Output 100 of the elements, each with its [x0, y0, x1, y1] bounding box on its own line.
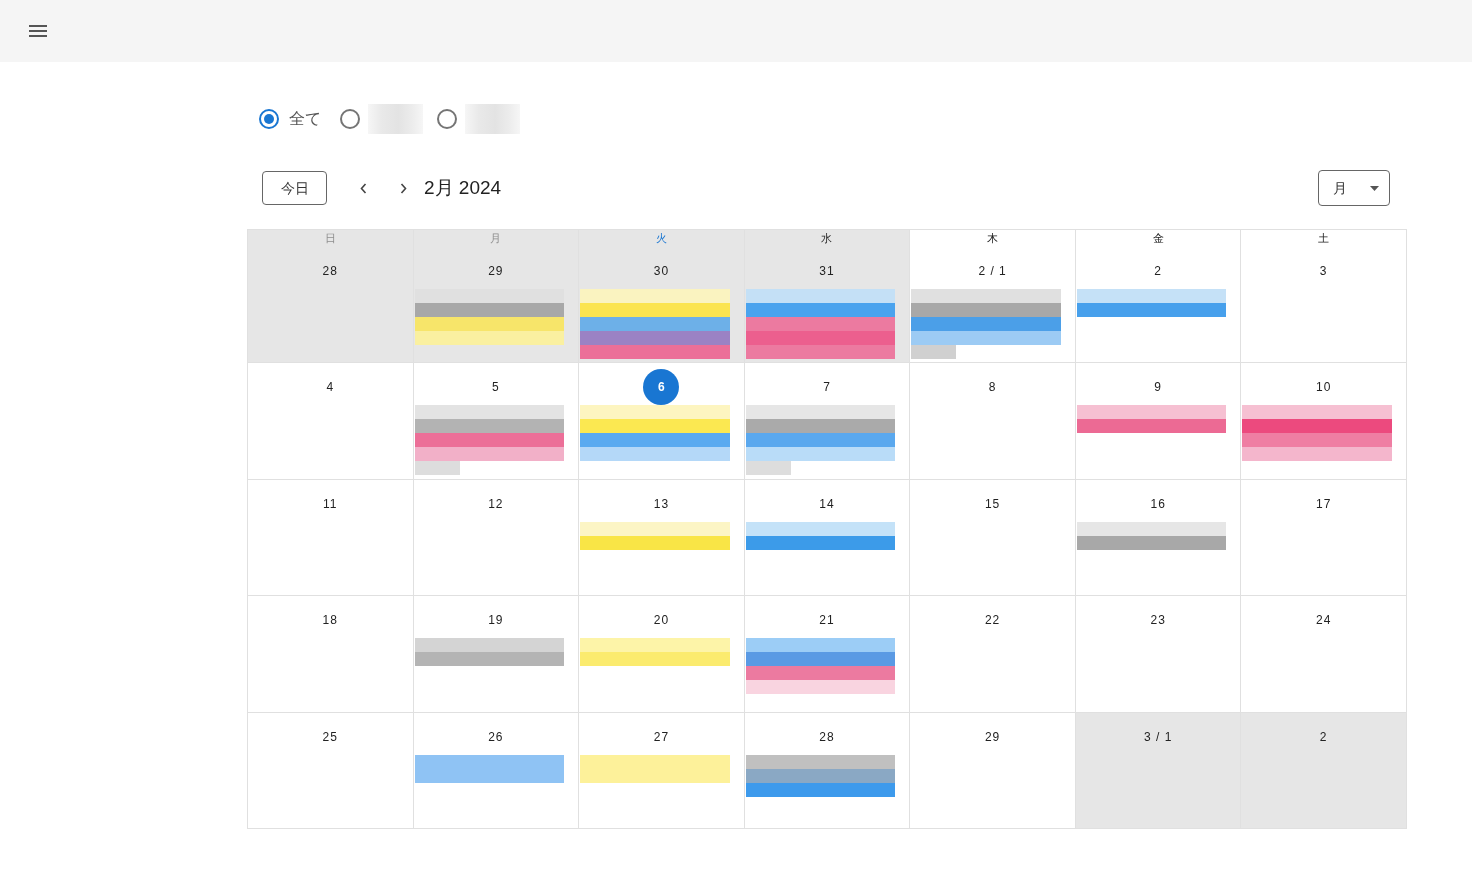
event-bar[interactable]	[414, 331, 565, 345]
day-number[interactable]: 28	[322, 263, 338, 279]
event-bar[interactable]	[580, 289, 730, 303]
day-number[interactable]: 19	[488, 612, 504, 628]
day-number[interactable]: 2	[1319, 728, 1328, 745]
day-number[interactable]: 4	[326, 379, 335, 395]
event-bar[interactable]	[414, 754, 565, 769]
event-bar[interactable]	[414, 317, 565, 331]
event-bar[interactable]	[414, 405, 565, 419]
event-bar[interactable]	[911, 289, 1061, 303]
event-bar[interactable]	[1076, 405, 1227, 419]
more-events-stub[interactable]	[745, 461, 791, 475]
day-number[interactable]: 11	[323, 495, 338, 512]
more-events-stub[interactable]	[414, 461, 460, 475]
event-bar[interactable]	[580, 331, 730, 345]
day-number[interactable]: 2	[1154, 263, 1162, 279]
day-number[interactable]: 9	[1154, 379, 1162, 395]
event-bar[interactable]	[745, 754, 896, 769]
event-bar[interactable]	[580, 345, 730, 359]
day-number[interactable]: 5	[492, 379, 500, 395]
weekday-label: 月	[490, 231, 502, 246]
event-bar[interactable]	[745, 638, 896, 652]
event-bar[interactable]	[911, 303, 1061, 317]
event-bar[interactable]	[1242, 419, 1392, 433]
day-number[interactable]: 15	[984, 495, 1001, 512]
event-bar[interactable]	[580, 754, 730, 769]
event-bar[interactable]	[745, 666, 896, 680]
day-number[interactable]: 12	[488, 495, 504, 512]
event-bar[interactable]	[580, 317, 730, 331]
day-number[interactable]: 30	[653, 263, 670, 279]
event-bar[interactable]	[414, 419, 565, 433]
more-events-stub[interactable]	[911, 345, 957, 359]
event-bar[interactable]	[745, 521, 896, 536]
today-button[interactable]: 今日	[262, 171, 327, 205]
event-bar[interactable]	[911, 317, 1061, 331]
radio-button[interactable]	[437, 109, 457, 129]
day-number[interactable]: 16	[1150, 495, 1166, 512]
event-bar[interactable]	[745, 303, 896, 317]
day-number[interactable]: 10	[1316, 379, 1332, 395]
event-bar[interactable]	[414, 289, 565, 303]
event-bar[interactable]	[580, 652, 730, 666]
day-number[interactable]: 3	[1319, 263, 1328, 279]
event-bar[interactable]	[580, 521, 730, 536]
day-number[interactable]: 26	[488, 728, 504, 745]
event-bar[interactable]	[414, 433, 565, 447]
day-number[interactable]: 14	[819, 495, 835, 512]
event-bar[interactable]	[745, 419, 896, 433]
day-number[interactable]: 8	[988, 379, 997, 395]
day-number[interactable]: 13	[653, 495, 670, 512]
event-bar[interactable]	[414, 638, 565, 652]
chevron-left-icon	[359, 182, 367, 194]
weekday-label: 日	[324, 231, 336, 246]
day-number[interactable]: 29	[984, 728, 1001, 745]
day-number[interactable]: 27	[653, 728, 670, 745]
event-bar[interactable]	[580, 638, 730, 652]
event-bar[interactable]	[414, 303, 565, 317]
day-number[interactable]: 17	[1316, 495, 1332, 512]
event-bar[interactable]	[1242, 433, 1392, 447]
day-number[interactable]: 22	[984, 612, 1001, 628]
event-bar[interactable]	[580, 303, 730, 317]
day-number[interactable]: 18	[322, 612, 338, 628]
event-bar[interactable]	[745, 652, 896, 666]
event-bar[interactable]	[745, 433, 896, 447]
event-bar[interactable]	[1076, 303, 1227, 317]
day-number[interactable]: 31	[819, 263, 835, 279]
day-number[interactable]: 6	[643, 369, 680, 405]
view-dropdown[interactable]: 月	[1318, 170, 1390, 206]
event-bar[interactable]	[745, 289, 896, 303]
event-bar[interactable]	[1076, 521, 1227, 536]
event-bar[interactable]	[1242, 405, 1392, 419]
day-number[interactable]: 29	[488, 263, 504, 279]
event-bar[interactable]	[580, 433, 730, 447]
event-bar[interactable]	[745, 405, 896, 419]
event-bar[interactable]	[745, 345, 896, 359]
event-bar[interactable]	[580, 405, 730, 419]
event-bar[interactable]	[745, 317, 896, 331]
event-bar[interactable]	[414, 652, 565, 666]
blurred-label	[368, 104, 423, 134]
menu-icon	[29, 25, 47, 37]
event-bar[interactable]	[745, 331, 896, 345]
event-bar[interactable]	[911, 331, 1061, 345]
day-number[interactable]: 25	[322, 728, 338, 745]
day-number[interactable]: 3 / 1	[1143, 728, 1173, 745]
day-number[interactable]: 7	[823, 379, 831, 395]
event-bar[interactable]	[1076, 419, 1227, 433]
day-number[interactable]: 23	[1150, 612, 1166, 628]
event-bar[interactable]	[1242, 447, 1392, 461]
event-bar[interactable]	[745, 680, 896, 694]
event-bar[interactable]	[580, 447, 730, 461]
event-bar[interactable]	[1076, 289, 1227, 303]
day-number[interactable]: 2 / 1	[978, 263, 1007, 279]
day-number[interactable]: 20	[653, 612, 670, 628]
day-number[interactable]: 28	[819, 728, 835, 745]
event-bar[interactable]	[414, 447, 565, 461]
event-bar[interactable]	[745, 447, 896, 461]
event-bar[interactable]	[580, 419, 730, 433]
radio-button[interactable]	[340, 109, 360, 129]
day-number[interactable]: 24	[1316, 612, 1332, 628]
day-number[interactable]: 21	[819, 612, 835, 628]
radio-button[interactable]	[259, 109, 279, 129]
